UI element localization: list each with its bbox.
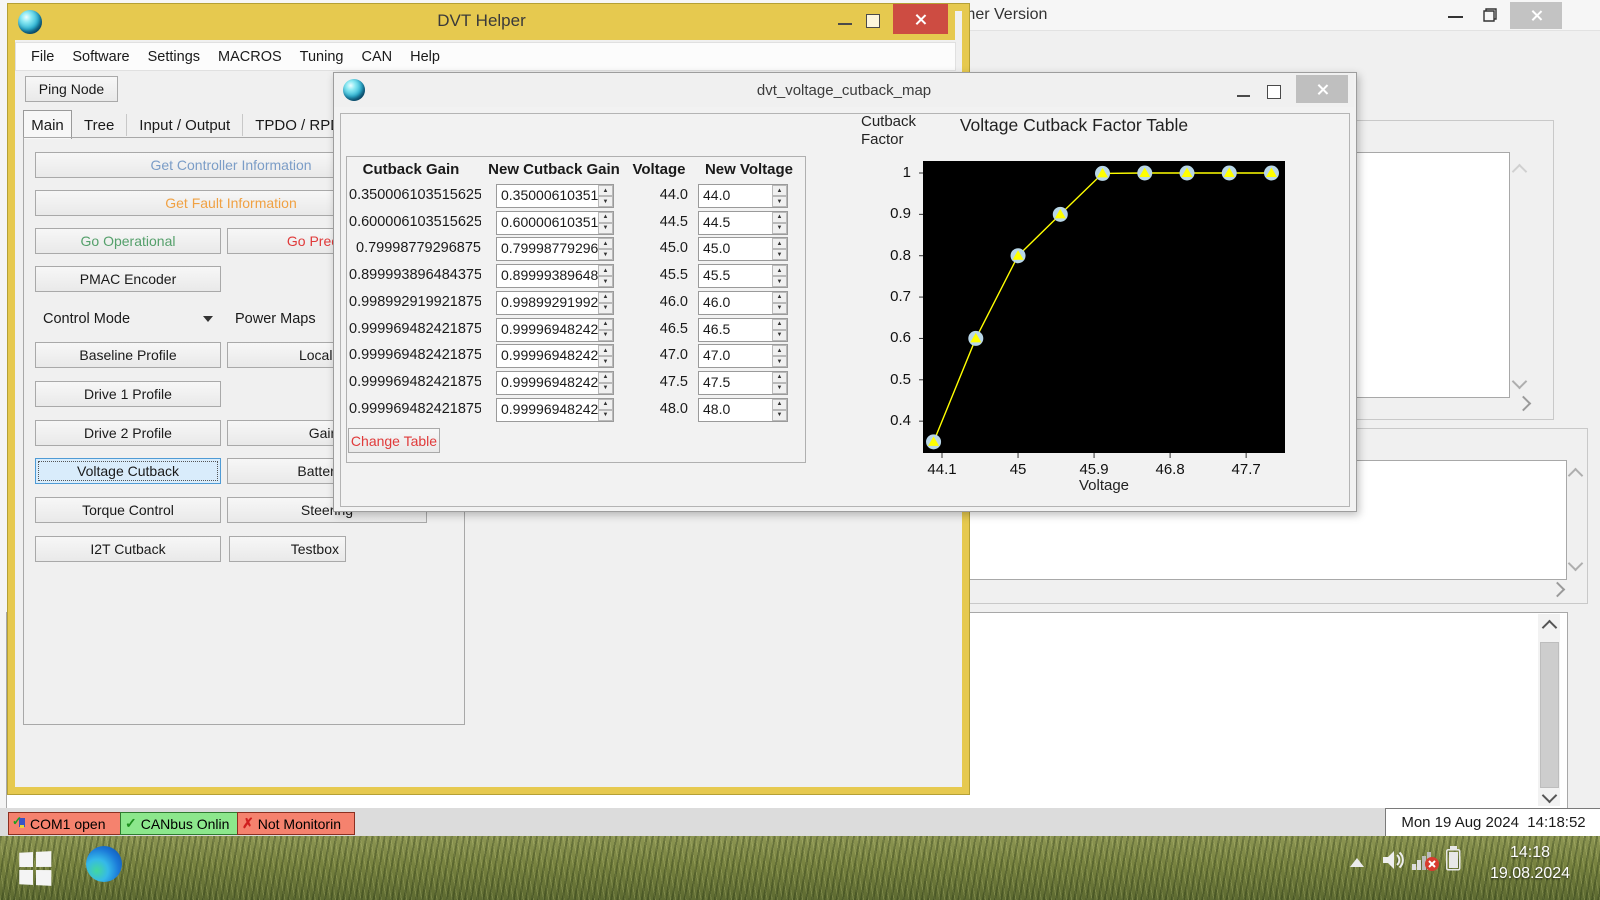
background-window-title: mer Version [962, 6, 1047, 24]
tab-tree[interactable]: Tree [72, 114, 127, 136]
taskbar: C6944 Shiroko D... DVT Helper dvt_helper… [0, 836, 1600, 900]
close-icon [914, 13, 927, 26]
tab-input-output[interactable]: Input / Output [127, 114, 243, 136]
minimize-icon[interactable] [1448, 16, 1463, 18]
tray-date: 19.08.2024 [1490, 863, 1570, 884]
desktop: mer Version Already logged in at a highe… [0, 0, 1600, 900]
drive-2-profile-button[interactable]: Drive 2 Profile [35, 420, 221, 446]
tray-clock[interactable]: 14:18 19.08.2024 [1466, 842, 1594, 886]
y-tick-label: 0.7 [861, 288, 911, 305]
y-tick-label: 1 [861, 164, 911, 181]
menu-file[interactable]: File [22, 49, 63, 65]
x-tick-label: 45 [993, 461, 1043, 478]
status-badge-label: COM1 open [30, 816, 105, 832]
scroll-down-icon[interactable] [1542, 788, 1558, 804]
y-tick-label: 0.5 [861, 371, 911, 388]
pmac-encoder-button[interactable]: PMAC Encoder [35, 266, 221, 292]
scroll-up-icon[interactable] [1542, 620, 1558, 636]
y-tick-label: 0.9 [861, 205, 911, 222]
x-tick-label: 45.9 [1069, 461, 1119, 478]
show-hidden-icons-button[interactable] [1350, 858, 1364, 867]
status-badge-label: Not Monitorin [258, 816, 341, 832]
minimize-icon[interactable] [838, 23, 852, 25]
power-maps-label: Power Maps [235, 311, 316, 327]
network-icon[interactable] [1412, 850, 1440, 877]
chart-area: 1 0.9 0.8 0.7 0.6 0.5 0.4 44.1 45 45.9 46.8 47.7 [334, 73, 1354, 509]
close-button[interactable] [893, 4, 948, 34]
x-tick-label: 47.7 [1221, 461, 1271, 478]
plot-background [923, 161, 1285, 453]
voltage-cutback-chart [919, 161, 1291, 459]
drive-1-profile-button[interactable]: Drive 1 Profile [35, 381, 221, 407]
x-tick-label: 46.8 [1145, 461, 1195, 478]
serial-port-icon: ✓ [13, 817, 26, 830]
battery-icon[interactable] [1446, 846, 1461, 876]
status-badge-monitoring[interactable]: ✗ Not Monitorin [237, 812, 355, 835]
log-scrollbar[interactable] [1538, 614, 1560, 806]
close-button[interactable] [1510, 2, 1562, 29]
start-button[interactable] [14, 850, 54, 886]
scrollbar-thumb[interactable] [1540, 642, 1559, 788]
chevron-down-icon [203, 316, 213, 322]
cross-icon: ✗ [242, 815, 254, 832]
maximize-icon[interactable] [866, 14, 880, 28]
close-icon [1530, 9, 1543, 22]
tab-main[interactable]: Main [23, 110, 72, 139]
y-tick-label: 0.8 [861, 247, 911, 264]
torque-control-button[interactable]: Torque Control [35, 497, 221, 523]
check-icon: ✓ [125, 815, 137, 832]
menu-settings[interactable]: Settings [139, 49, 209, 65]
i2t-cutback-button[interactable]: I2T Cutback [35, 536, 221, 562]
menu-tuning[interactable]: Tuning [291, 49, 353, 65]
voltage-cutback-button[interactable]: Voltage Cutback [35, 458, 221, 484]
x-tick-label: 44.1 [917, 461, 967, 478]
status-badge-com1[interactable]: ✓ COM1 open [8, 812, 124, 835]
dialog-window: dvt_voltage_cutback_map Cutback Gain New… [333, 72, 1357, 512]
restore-icon[interactable] [1483, 8, 1497, 22]
baseline-profile-button[interactable]: Baseline Profile [35, 342, 221, 368]
tray-time: 14:18 [1510, 842, 1550, 863]
status-datetime: Mon 19 Aug 2024 14:18:52 [1385, 808, 1600, 837]
y-tick-label: 0.4 [861, 412, 911, 429]
testbox-button[interactable]: Testbox [229, 536, 346, 562]
ping-node-button[interactable]: Ping Node [25, 76, 118, 102]
menu-software[interactable]: Software [63, 49, 138, 65]
windows-logo-icon [19, 851, 51, 886]
menu-macros[interactable]: MACROS [209, 49, 291, 65]
control-mode-label: Control Mode [43, 311, 130, 327]
chart-xlabel: Voltage [1034, 477, 1174, 494]
main-window-title: DVT Helper [8, 11, 955, 31]
y-tick-label: 0.6 [861, 329, 911, 346]
main-titlebar[interactable]: DVT Helper [8, 4, 955, 40]
menu-bar: File Software Settings MACROS Tuning CAN… [15, 42, 956, 71]
menu-help[interactable]: Help [401, 49, 449, 65]
status-badge-label: CANbus Onlin [141, 816, 230, 832]
volume-icon[interactable] [1382, 848, 1408, 877]
go-operational-button[interactable]: Go Operational [35, 228, 221, 254]
edge-browser-icon[interactable] [86, 846, 122, 882]
control-mode-dropdown[interactable]: Control Mode [35, 306, 221, 332]
menu-can[interactable]: CAN [352, 49, 401, 65]
status-badge-canbus[interactable]: ✓ CANbus Onlin [120, 812, 241, 835]
